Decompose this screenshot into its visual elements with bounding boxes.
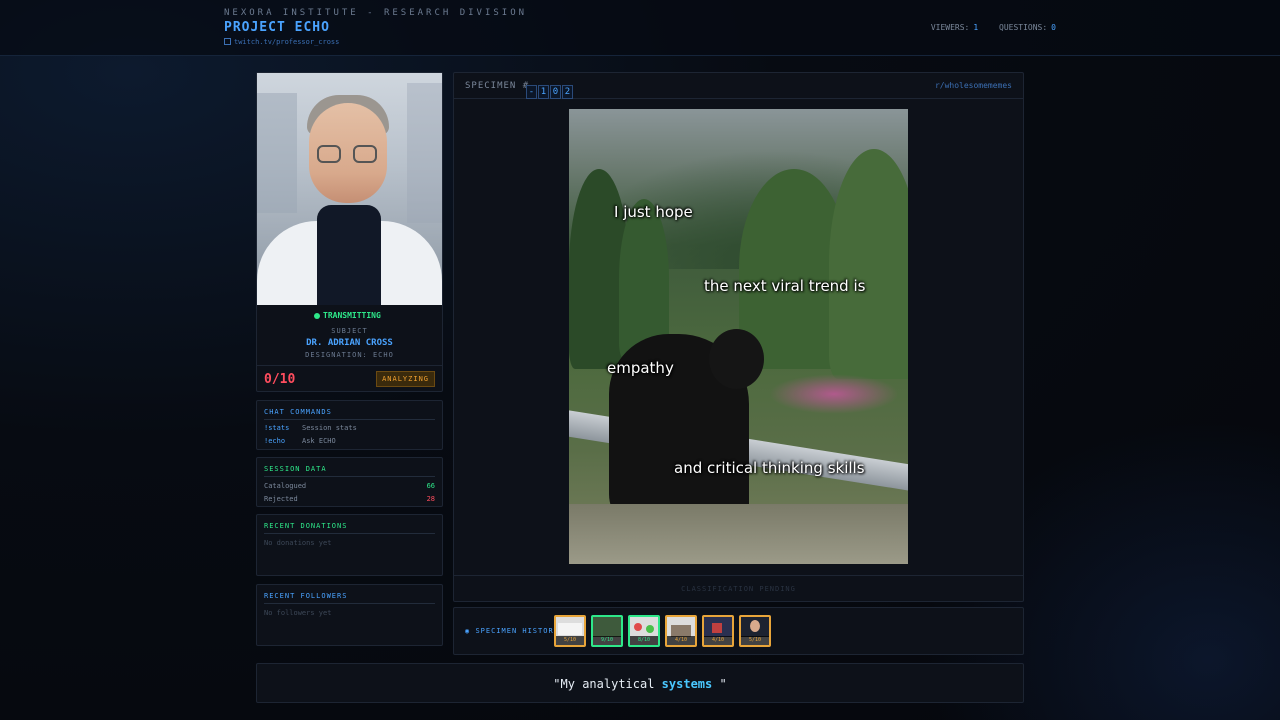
meme-caption: the next viral trend is <box>704 277 866 295</box>
specimen-panel: SPECIMEN # -102 r/wholesomememes I just … <box>453 72 1024 602</box>
chat-commands-title: CHAT COMMANDS <box>264 408 332 416</box>
history-thumbnail[interactable]: 9/10 <box>591 615 623 647</box>
classification-status: CLASSIFICATION PENDING <box>454 575 1023 601</box>
specimen-label: SPECIMEN # <box>465 81 530 91</box>
chat-commands-panel: CHAT COMMANDS !stats Session stats !echo A… <box>256 400 443 450</box>
transmit-status: TRANSMITTING <box>323 311 381 320</box>
meme-caption: I just hope <box>614 203 693 221</box>
specimen-history-label: ◉ SPECIMEN HISTORY <box>465 627 559 635</box>
catalogued-value: 66 <box>426 482 435 490</box>
history-thumbnail[interactable]: 4/10 <box>665 615 697 647</box>
quote-highlight: systems <box>661 677 713 691</box>
rejected-row: Rejected 28 <box>264 495 435 503</box>
specimen-header: SPECIMEN # -102 r/wholesomememes <box>454 73 1023 99</box>
subreddit-link[interactable]: r/wholesomememes <box>935 81 1012 90</box>
command-row: !stats Session stats <box>264 424 435 432</box>
specimen-history-title: SPECIMEN HISTORY <box>475 627 559 635</box>
top-bar: NEXORA INSTITUTE - RESEARCH DIVISION PRO… <box>0 0 1280 56</box>
thumbnail-score: 5/10 <box>556 636 584 645</box>
history-thumbnail[interactable]: 5/10 <box>739 615 771 647</box>
followers-empty-text: No followers yet <box>264 609 332 617</box>
specimen-history-panel: ◉ SPECIMEN HISTORY 5/10 9/10 8/10 4/10 4… <box>453 607 1024 655</box>
thumbnail-score: 8/10 <box>630 636 658 645</box>
current-score: 0/10 <box>264 372 296 387</box>
live-status-dot <box>314 313 320 319</box>
specimen-digit: 1 <box>538 85 549 99</box>
project-title: PROJECT ECHO <box>224 20 330 35</box>
command-desc: Session stats <box>302 424 357 432</box>
twitch-icon <box>224 38 231 45</box>
subject-photo <box>257 73 442 305</box>
specimen-meme-image: I just hope the next viral trend is empa… <box>569 109 908 564</box>
recent-donations-title: RECENT DONATIONS <box>264 522 348 530</box>
history-thumbnail[interactable]: 4/10 <box>702 615 734 647</box>
donations-empty-text: No donations yet <box>264 539 332 547</box>
history-thumbnail[interactable]: 5/10 <box>554 615 586 647</box>
subject-designation: DESIGNATION: ECHO <box>305 351 394 359</box>
rejected-value: 28 <box>426 495 435 503</box>
thumbnail-score: 4/10 <box>704 636 732 645</box>
catalogued-row: Catalogued 66 <box>264 482 435 490</box>
quote-text-after: " <box>712 677 727 691</box>
recent-followers-panel: RECENT FOLLOWERS No followers yet <box>256 584 443 646</box>
echo-quote: "My analytical systems " <box>257 677 1023 691</box>
viewers-label: VIEWERS: <box>930 23 970 32</box>
stream-stats: VIEWERS: 1 QUESTIONS: 0 <box>931 23 1056 32</box>
specimen-digit: - <box>526 85 537 99</box>
org-title: NEXORA INSTITUTE - RESEARCH DIVISION <box>224 8 528 18</box>
thumbnail-score: 4/10 <box>667 636 695 645</box>
questions-count: 0 <box>1051 23 1056 32</box>
channel-link-text: twitch.tv/professor_cross <box>234 38 340 46</box>
session-data-panel: SESSION DATA Catalogued 66 Rejected 28 <box>256 457 443 507</box>
analyzing-badge: ANALYZING <box>376 371 435 387</box>
specimen-digit: 0 <box>550 85 561 99</box>
viewers-count: 1 <box>973 23 979 32</box>
command-name: !echo <box>264 437 286 445</box>
specimen-number: -102 <box>526 79 574 99</box>
echo-quote-panel: "My analytical systems " <box>256 663 1024 703</box>
history-thumbnail[interactable]: 8/10 <box>628 615 660 647</box>
meme-caption: and critical thinking skills <box>674 459 865 477</box>
rejected-label: Rejected <box>264 495 298 503</box>
recent-followers-title: RECENT FOLLOWERS <box>264 592 348 600</box>
subject-name: DR. ADRIAN CROSS <box>306 338 393 348</box>
score-row: 0/10 ANALYZING <box>257 365 442 391</box>
quote-text-before: "My analytical <box>553 677 662 691</box>
recent-donations-panel: RECENT DONATIONS No donations yet <box>256 514 443 576</box>
subject-profile-card: TRANSMITTING SUBJECT DR. ADRIAN CROSS DE… <box>256 72 443 392</box>
session-data-title: SESSION DATA <box>264 465 327 473</box>
subject-label: SUBJECT <box>331 327 368 335</box>
catalogued-label: Catalogued <box>264 482 307 490</box>
command-name: !stats <box>264 424 290 432</box>
command-row: !echo Ask ECHO <box>264 437 435 445</box>
meme-caption: empathy <box>607 359 674 377</box>
specimen-digit: 2 <box>562 85 573 99</box>
command-desc: Ask ECHO <box>302 437 336 445</box>
questions-label: QUESTIONS: <box>999 23 1048 32</box>
thumbnail-score: 5/10 <box>741 636 769 645</box>
thumbnail-score: 9/10 <box>593 636 621 645</box>
channel-link[interactable]: twitch.tv/professor_cross <box>224 38 339 46</box>
